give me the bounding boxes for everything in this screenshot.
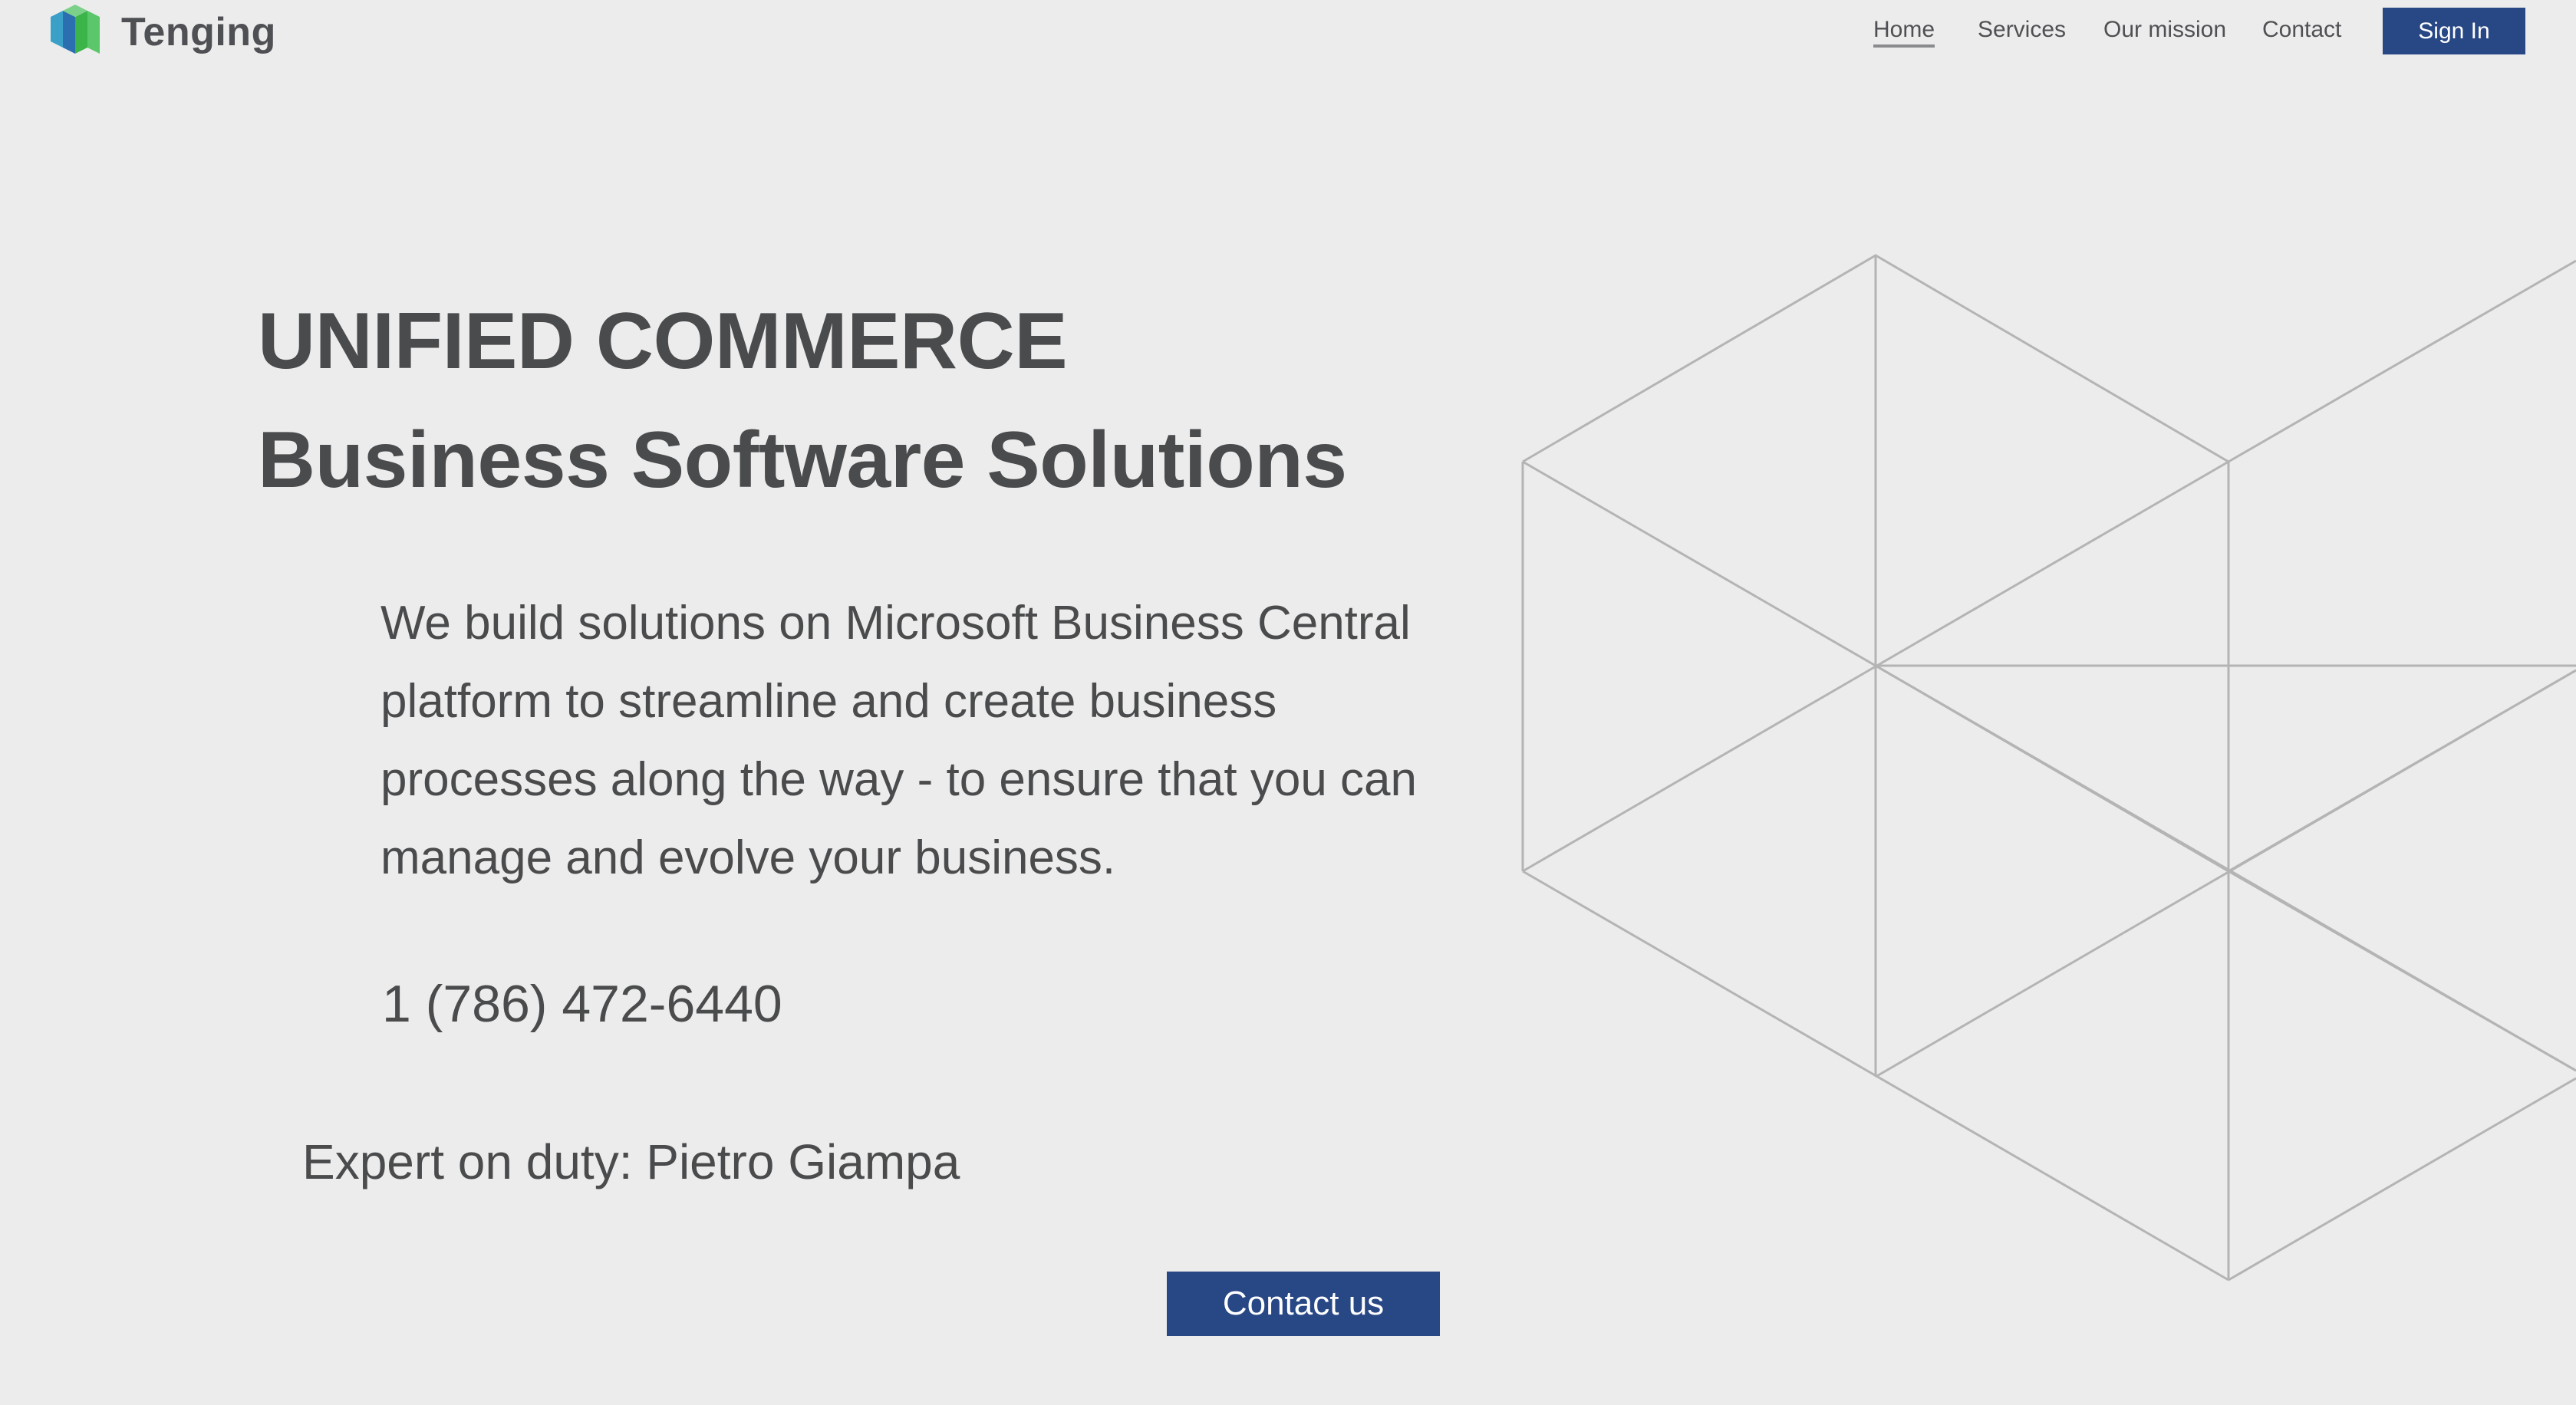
sign-in-button[interactable]: Sign In xyxy=(2383,8,2525,54)
nav-home-link[interactable]: Home xyxy=(1873,17,1935,48)
hero-title: UNIFIED COMMERCE Business Software Solut… xyxy=(258,282,1347,520)
tenging-cube-logo-icon xyxy=(51,5,100,54)
hero-title-line-1: UNIFIED COMMERCE xyxy=(258,297,1068,386)
nav-our-mission-link[interactable]: Our mission xyxy=(2103,17,2226,43)
hero-title-line-2: Business Software Solutions xyxy=(258,416,1347,505)
contact-us-button[interactable]: Contact us xyxy=(1167,1272,1440,1336)
expert-on-duty: Expert on duty: Pietro Giampa xyxy=(302,1134,960,1189)
nav-services-link[interactable]: Services xyxy=(1978,17,2066,43)
nav-contact-link[interactable]: Contact xyxy=(2262,17,2341,43)
brand-name: Tenging xyxy=(121,10,276,54)
phone-number: 1 (786) 472-6440 xyxy=(382,975,782,1033)
brand-link[interactable]: Tenging xyxy=(48,3,276,61)
hero-description: We build solutions on Microsoft Business… xyxy=(380,597,1418,884)
